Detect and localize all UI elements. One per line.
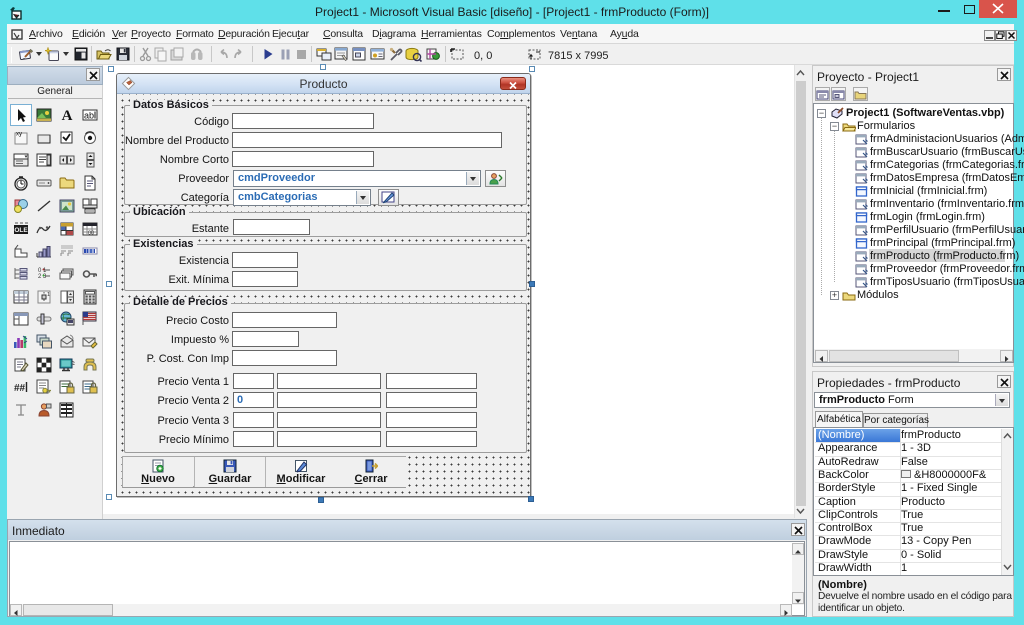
svg-text:OLE: OLE [14, 227, 28, 234]
svg-text:00: 00 [88, 231, 94, 237]
svg-text:A: A [62, 108, 73, 123]
svg-text:##: ## [14, 383, 26, 394]
svg-text:2 3: 2 3 [38, 274, 47, 280]
svg-text:ab: ab [84, 111, 94, 121]
svg-text:xy: xy [16, 132, 22, 138]
svg-text:1: 1 [47, 292, 50, 298]
